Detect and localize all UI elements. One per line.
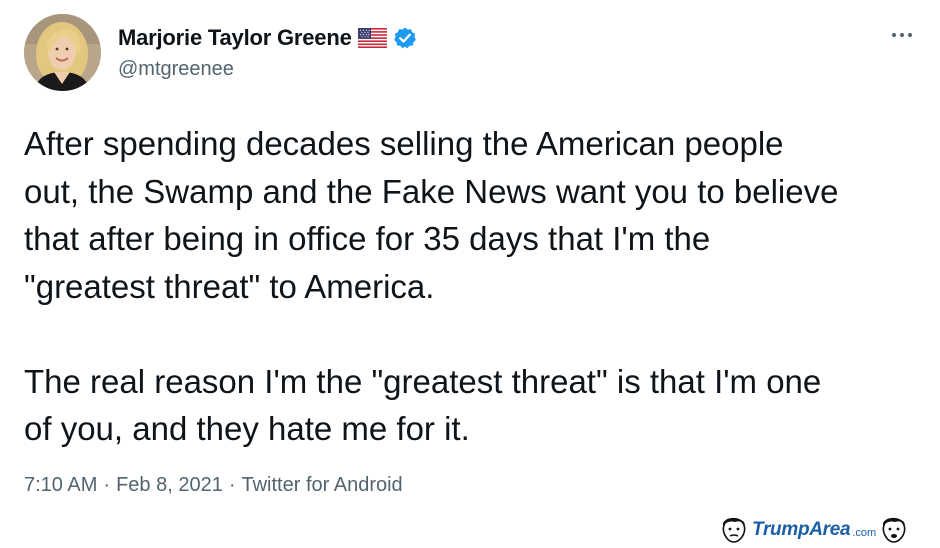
watermark-face-icon	[720, 517, 748, 543]
watermark-face-icon-right	[880, 517, 908, 543]
avatar-image	[24, 14, 101, 91]
author-display-name[interactable]: Marjorie Taylor Greene	[118, 25, 352, 51]
tweet-paragraph-1: After spending decades selling the Ameri…	[24, 125, 839, 305]
watermark-suffix: .com	[852, 526, 877, 539]
watermark: TrumpArea .com	[720, 517, 934, 543]
us-flag-icon	[357, 28, 387, 48]
tweet-text: After spending decades selling the Ameri…	[24, 120, 924, 453]
tweet-paragraph-2: The real reason I'm the "greatest threat…	[24, 362, 822, 448]
verified-badge-icon	[393, 26, 417, 50]
author-name-row: Marjorie Taylor Greene	[118, 25, 417, 51]
more-dot	[908, 33, 912, 37]
tweet-metadata: 7:10 AM · Feb 8, 2021 · Twitter for Andr…	[24, 474, 403, 497]
more-options-button[interactable]	[882, 22, 922, 48]
tweet-source-link[interactable]: Twitter for Android	[241, 474, 402, 497]
meta-separator: ·	[103, 474, 111, 496]
avatar[interactable]	[24, 14, 101, 91]
meta-separator: ·	[228, 474, 236, 496]
more-horizontal-icon	[892, 33, 896, 37]
tweet-card: Marjorie Taylor Greene @mtgreenee After …	[0, 0, 940, 545]
watermark-brand: TrumpArea	[752, 519, 851, 540]
tweet-time-link[interactable]: 7:10 AM	[24, 474, 97, 497]
author-handle[interactable]: @mtgreenee	[118, 58, 234, 81]
more-dot	[900, 33, 904, 37]
tweet-date-link[interactable]: Feb 8, 2021	[116, 474, 223, 497]
